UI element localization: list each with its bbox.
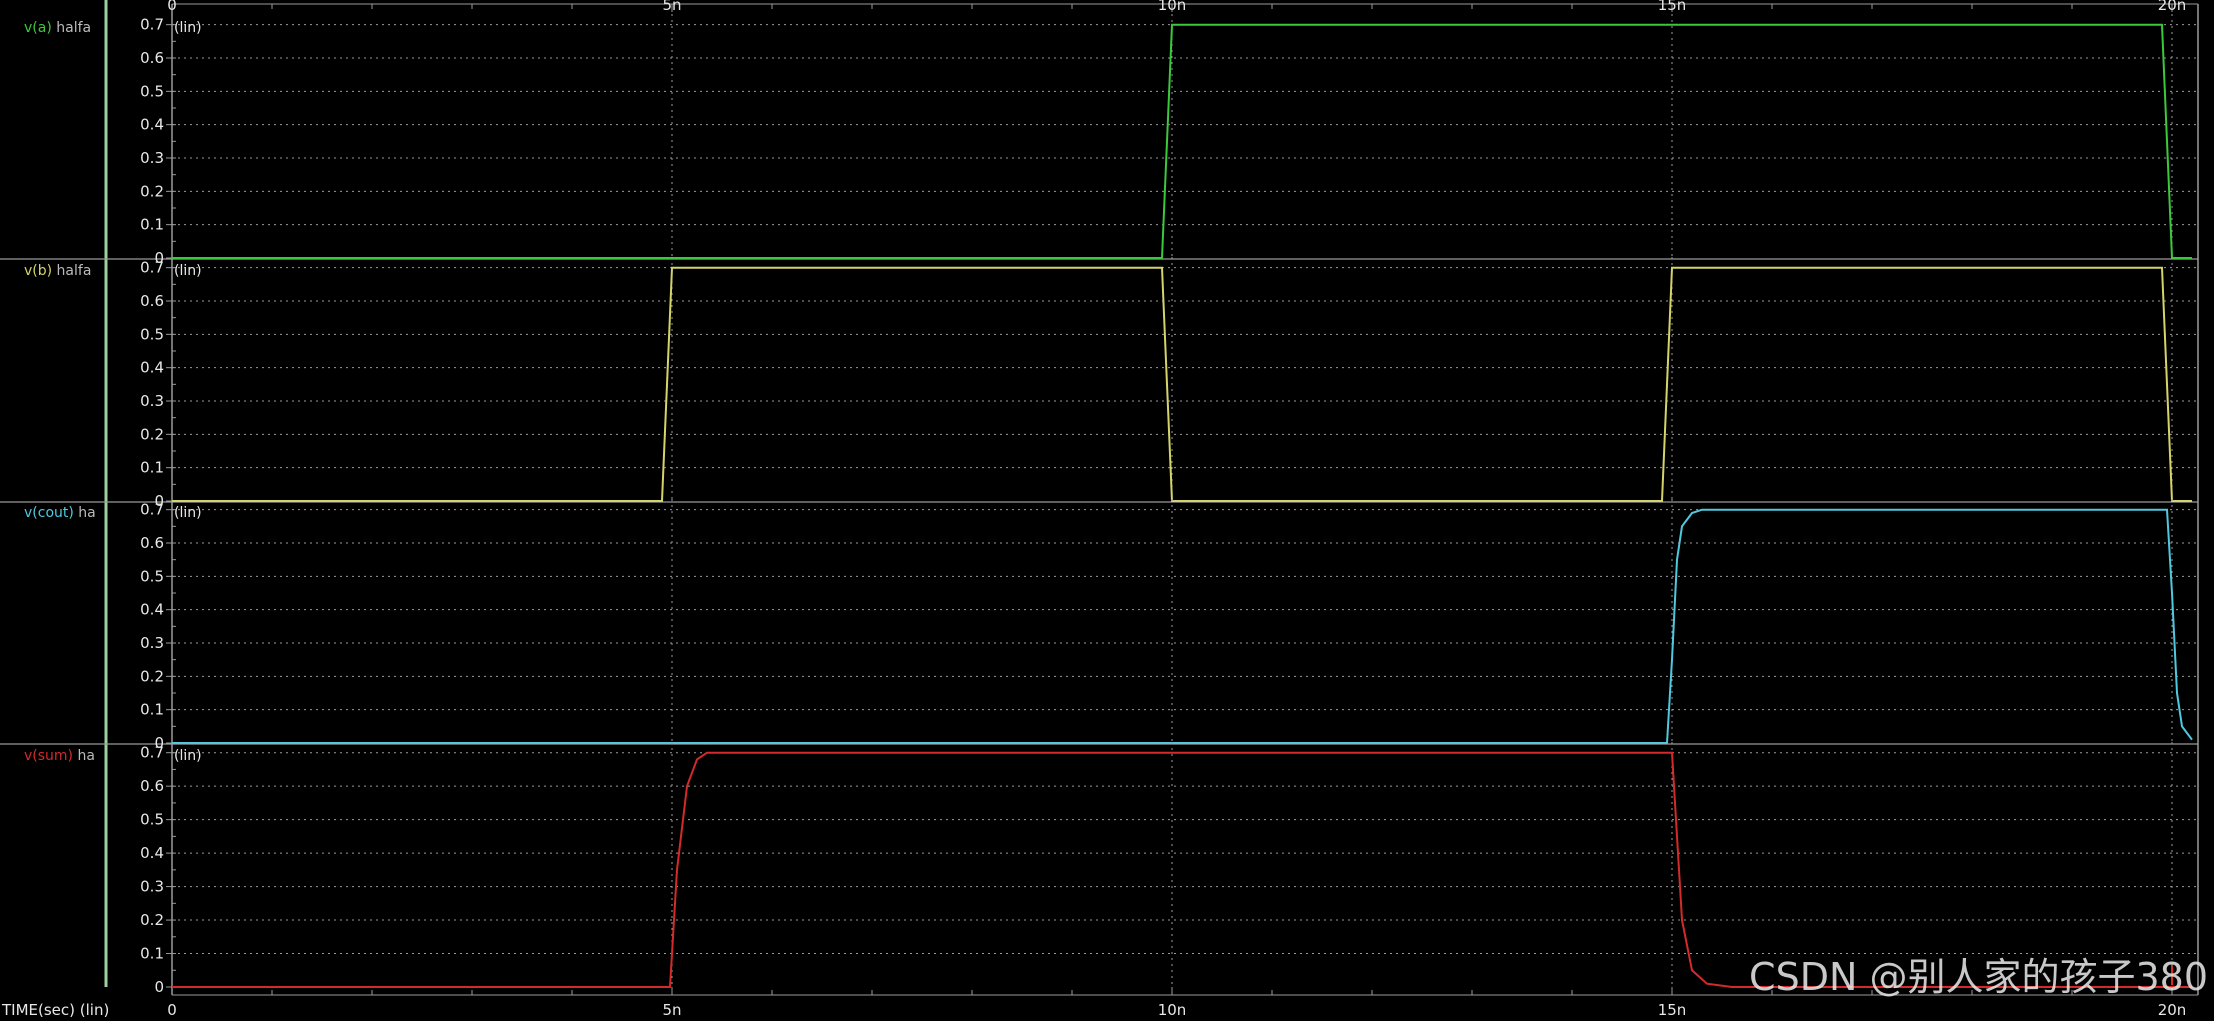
signal-suffix: halfa xyxy=(57,263,92,279)
signal-suffix: halfa xyxy=(56,20,91,36)
y-tick-label: 0.4 xyxy=(140,116,164,134)
y-tick-label: 0.6 xyxy=(140,534,164,552)
top-time-tick-label: 5n xyxy=(662,0,681,14)
y-tick-label: 0.7 xyxy=(140,744,164,762)
y-tick-label: 0.2 xyxy=(140,425,164,443)
time-axis-label: TIME(sec) (lin) xyxy=(1,1001,109,1019)
bottom-time-tick-label: 5n xyxy=(662,1001,681,1019)
bottom-time-tick-label: 0 xyxy=(167,1001,177,1019)
y-tick-label: 0.3 xyxy=(140,392,164,410)
y-tick-label: 0.5 xyxy=(140,567,164,585)
bottom-time-tick-label: 20n xyxy=(2158,1001,2187,1019)
top-time-tick-label: 0 xyxy=(167,0,177,14)
signal-legend-label: v(a) halfa xyxy=(24,20,91,36)
y-tick-label: 0.6 xyxy=(140,292,164,310)
y-tick-label: 0.4 xyxy=(140,844,164,862)
signal-legend-label: v(sum) ha xyxy=(24,748,95,764)
panel-scale-label: (lin) xyxy=(174,263,202,279)
y-tick-label: 0.6 xyxy=(140,777,164,795)
signal-suffix: ha xyxy=(78,505,95,521)
waveform-chart: 005n5n10n10n15n15n20n20nTIME(sec) (lin)0… xyxy=(0,0,2199,1019)
y-tick-label: 0.1 xyxy=(140,459,164,477)
bottom-time-tick-label: 10n xyxy=(1158,1001,1187,1019)
y-tick-label: 0.7 xyxy=(140,16,164,34)
signal-name: v(b) xyxy=(24,263,57,279)
waveform-vcout xyxy=(172,508,2193,744)
panel-scale-label: (lin) xyxy=(174,505,202,521)
y-tick-label: 0.3 xyxy=(140,634,164,652)
y-tick-label: 0.2 xyxy=(140,911,164,929)
y-tick-label: 0.7 xyxy=(140,259,164,277)
signal-suffix: ha xyxy=(77,748,94,764)
bottom-time-tick-label: 15n xyxy=(1658,1001,1687,1019)
y-tick-label: 0.1 xyxy=(140,701,164,719)
panel-scale-label: (lin) xyxy=(174,748,202,764)
top-time-tick-label: 10n xyxy=(1158,0,1187,14)
signal-name: v(a) xyxy=(24,20,56,36)
y-tick-label: 0.2 xyxy=(140,182,164,200)
waveform-vb xyxy=(172,266,2192,502)
waveform-va xyxy=(172,23,2192,259)
y-tick-label: 0.2 xyxy=(140,667,164,685)
y-tick-label: 0.5 xyxy=(140,82,164,100)
y-tick-label: 0 xyxy=(154,978,164,996)
watermark: CSDN @别人家的孩子380 xyxy=(1749,955,2208,999)
y-tick-label: 0.4 xyxy=(140,359,164,377)
signal-legend-label: v(cout) ha xyxy=(24,505,96,521)
y-tick-label: 0.3 xyxy=(140,878,164,896)
y-tick-label: 0.5 xyxy=(140,811,164,829)
top-time-tick-label: 15n xyxy=(1658,0,1687,14)
y-tick-label: 0.3 xyxy=(140,149,164,167)
y-tick-label: 0.5 xyxy=(140,325,164,343)
top-time-tick-label: 20n xyxy=(2158,0,2187,14)
panel-scale-label: (lin) xyxy=(174,20,202,36)
y-tick-label: 0.7 xyxy=(140,501,164,519)
y-tick-label: 0.1 xyxy=(140,945,164,963)
y-tick-label: 0.4 xyxy=(140,601,164,619)
signal-name: v(cout) xyxy=(24,505,78,521)
signal-name: v(sum) xyxy=(24,748,77,764)
signal-legend-label: v(b) halfa xyxy=(24,263,91,279)
waveform-viewer: 0 0 5n 5n 10n 10n 15n 15n 20n 20n TIME(sec) (lin) 0… xyxy=(0,0,2214,1021)
y-tick-label: 0.1 xyxy=(140,216,164,234)
y-tick-label: 0.6 xyxy=(140,49,164,67)
